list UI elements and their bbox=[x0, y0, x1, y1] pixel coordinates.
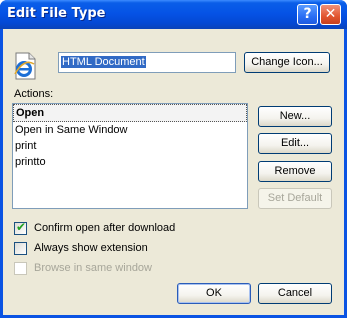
remove-action-button[interactable]: Remove bbox=[258, 161, 332, 182]
ie-document-icon bbox=[14, 52, 36, 80]
window-title: Edit File Type bbox=[7, 6, 106, 21]
dialog-body: HTML Document Change Icon... Actions: Op… bbox=[3, 29, 344, 315]
list-item[interactable]: printto bbox=[13, 154, 247, 170]
cancel-button[interactable]: Cancel bbox=[258, 283, 332, 304]
list-item[interactable]: Open bbox=[13, 104, 247, 122]
edit-file-type-dialog: Edit File Type ? ✕ HTML Document Change … bbox=[0, 0, 347, 318]
browse-same-window-label: Browse in same window bbox=[34, 262, 152, 274]
actions-list[interactable]: Open Open in Same Window print printto bbox=[12, 103, 248, 209]
change-icon-button[interactable]: Change Icon... bbox=[244, 52, 330, 73]
set-default-button[interactable]: Set Default bbox=[258, 188, 332, 209]
help-button[interactable]: ? bbox=[297, 4, 318, 25]
checkmark-icon: ✔ bbox=[16, 220, 27, 234]
list-item[interactable]: print bbox=[13, 138, 247, 154]
edit-action-button[interactable]: Edit... bbox=[258, 133, 332, 154]
actions-label: Actions: bbox=[14, 88, 54, 100]
ok-button[interactable]: OK bbox=[177, 283, 251, 304]
confirm-open-checkbox[interactable]: ✔ bbox=[14, 220, 27, 235]
close-button[interactable]: ✕ bbox=[320, 4, 341, 25]
browse-same-window-checkbox[interactable] bbox=[14, 262, 27, 275]
always-show-extension-checkbox[interactable] bbox=[14, 242, 27, 255]
confirm-open-label[interactable]: Confirm open after download bbox=[34, 222, 175, 234]
file-type-name-value: HTML Document bbox=[61, 56, 146, 68]
always-show-extension-label[interactable]: Always show extension bbox=[34, 242, 148, 254]
title-bar[interactable]: Edit File Type ? ✕ bbox=[0, 0, 347, 29]
file-type-name-field[interactable]: HTML Document bbox=[58, 52, 236, 73]
list-item[interactable]: Open in Same Window bbox=[13, 122, 247, 138]
new-action-button[interactable]: New... bbox=[258, 106, 332, 127]
